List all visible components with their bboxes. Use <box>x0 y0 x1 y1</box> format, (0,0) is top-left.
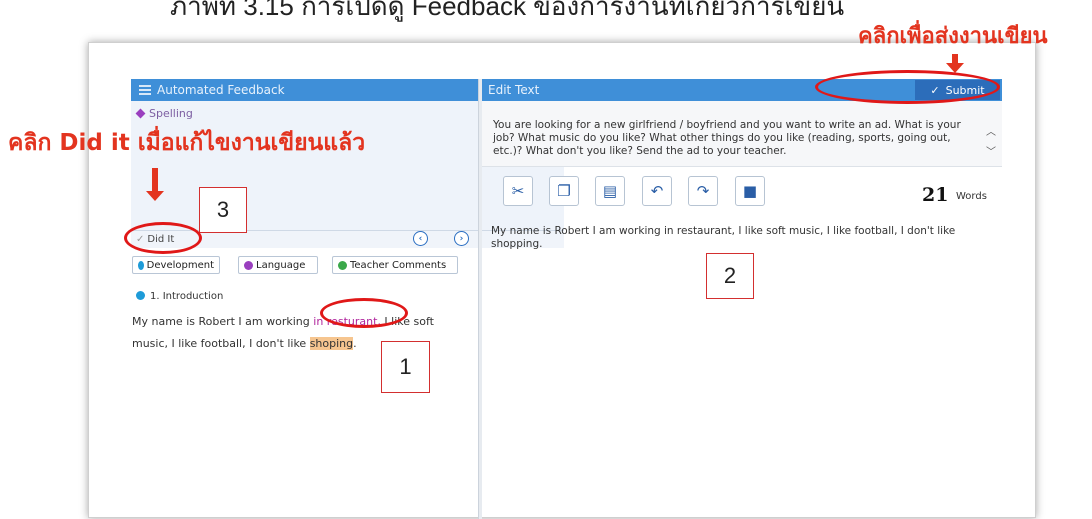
edit-text-title: Edit Text <box>488 83 540 97</box>
copy-icon: ❐ <box>557 182 571 200</box>
text-segment: . <box>353 337 357 350</box>
t-circle-icon <box>338 260 347 270</box>
tab-teacher-comments[interactable]: Teacher Comments <box>332 256 458 274</box>
automated-feedback-title: Automated Feedback <box>157 83 285 97</box>
tab-development[interactable]: Development <box>132 256 220 274</box>
did-it-arrow-icon <box>146 191 164 201</box>
tab-development-label: Development <box>146 259 214 271</box>
app-screenshot: Automated Feedback Spelling ✓ Did It ‹ › … <box>88 42 1036 519</box>
tab-language[interactable]: Language <box>238 256 318 274</box>
undo-button[interactable]: ↶ <box>642 176 672 206</box>
submit-hint-label: คลิกเพื่อส่งงานเขียน <box>858 24 1048 49</box>
redo-button[interactable]: ↷ <box>688 176 718 206</box>
step-number-1: 1 <box>381 341 430 393</box>
redo-icon: ↷ <box>696 182 710 200</box>
cut-button[interactable]: ✂ <box>503 176 533 206</box>
spelling-error-highlight[interactable]: shoping <box>309 337 354 350</box>
l-circle-icon <box>244 260 253 270</box>
scroll-up-icon[interactable]: ︿ <box>986 123 996 143</box>
submit-highlight-ellipse <box>815 70 1000 104</box>
menu-icon[interactable] <box>139 85 151 95</box>
text-segment: My name is Robert I am working <box>132 315 314 328</box>
spelling-diamond-icon <box>135 108 146 119</box>
task-prompt-text: You are looking for a new girlfriend / b… <box>493 119 961 157</box>
spelling-label: Spelling <box>149 107 193 120</box>
save-icon: ■ <box>742 182 758 200</box>
task-scroll-arrows[interactable]: ︿ ﹀ <box>986 123 996 163</box>
undo-icon: ↶ <box>650 182 664 200</box>
scroll-down-icon[interactable]: ﹀ <box>986 143 996 163</box>
d-circle-icon <box>138 260 144 270</box>
copy-button[interactable]: ❐ <box>549 176 579 206</box>
introduction-heading-text: 1. Introduction <box>150 291 224 302</box>
prev-feedback-button[interactable]: ‹ <box>413 231 428 246</box>
introduction-heading: 1. Introduction <box>136 291 223 302</box>
paste-button[interactable]: ▤ <box>595 176 625 206</box>
chevron-right-icon: › <box>459 233 464 244</box>
figure-caption: ภาพที่ 3.15 การเปิดดู Feedback ของการงาน… <box>170 0 845 21</box>
word-count-number: 21 <box>922 184 949 206</box>
did-it-hint-label: คลิก Did it เมื่อแก้ไขงานเขียนแล้ว <box>8 130 366 156</box>
cut-icon: ✂ <box>511 182 525 200</box>
save-button[interactable]: ■ <box>735 176 765 206</box>
tab-teacher-comments-label: Teacher Comments <box>350 259 447 271</box>
paste-icon: ▤ <box>602 182 618 200</box>
chevron-left-icon: ‹ <box>418 233 423 244</box>
tab-language-label: Language <box>256 259 306 271</box>
next-feedback-button[interactable]: › <box>454 231 469 246</box>
step-number-3: 3 <box>199 187 247 233</box>
essay-edit-area[interactable]: My name is Robert I am working in restau… <box>491 225 1001 251</box>
d-circle-icon <box>136 291 145 300</box>
word-count-label: Words <box>956 191 987 202</box>
did-it-highlight-ellipse <box>124 222 202 254</box>
submit-arrow-icon <box>946 63 964 73</box>
spelling-section[interactable]: Spelling <box>135 107 193 120</box>
language-error-highlight-ellipse <box>320 298 408 328</box>
step-number-2: 2 <box>706 253 754 299</box>
did-it-arrow-shaft <box>152 168 158 192</box>
